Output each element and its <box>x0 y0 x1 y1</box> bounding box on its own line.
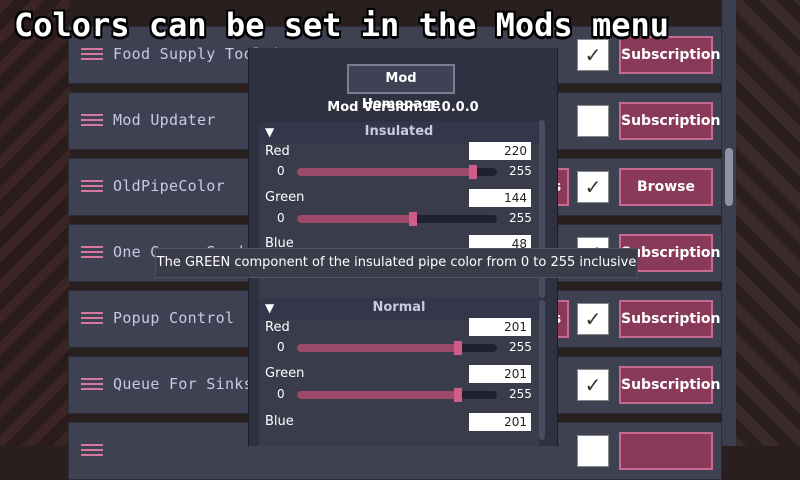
drag-handle-icon[interactable] <box>81 45 103 65</box>
normal-section-header[interactable]: ▼ Normal <box>259 298 539 320</box>
drag-handle-icon[interactable] <box>81 375 103 395</box>
drag-handle-icon[interactable] <box>81 441 103 461</box>
subscription-button[interactable]: Subscription <box>619 366 721 404</box>
browse-button[interactable]: Browse <box>619 168 713 206</box>
green-slider[interactable] <box>297 212 497 226</box>
section-title: Insulated <box>364 124 434 139</box>
mod-name: OldPipeColor <box>113 177 225 195</box>
normal-section: ▼ Normal Red 201 0 255 Green 201 0 255 B… <box>259 298 539 446</box>
mod-homepage-button[interactable]: Mod Homepage <box>347 64 455 112</box>
max-label: 255 <box>509 211 532 225</box>
subscription-button[interactable] <box>619 432 713 470</box>
drag-handle-icon[interactable] <box>81 111 103 131</box>
mod-name: Queue For Sinks <box>113 375 253 393</box>
slider-thumb[interactable] <box>454 388 462 402</box>
scrollbar-thumb[interactable] <box>725 148 733 206</box>
mod-name: Popup Control <box>113 309 235 327</box>
enable-checkbox[interactable]: ✓ <box>577 303 609 335</box>
enable-checkbox[interactable]: ✓ <box>577 171 609 203</box>
subscription-button[interactable]: Subscription <box>619 102 721 140</box>
min-label: 0 <box>277 211 285 225</box>
red-label: Red <box>265 144 290 159</box>
mod-name: Mod Updater <box>113 111 216 129</box>
slider-thumb[interactable] <box>469 165 477 179</box>
insulated-section-header[interactable]: ▼ Insulated <box>259 122 539 144</box>
enable-checkbox[interactable] <box>577 435 609 467</box>
green-input[interactable]: 144 <box>469 189 531 207</box>
max-label: 255 <box>509 164 532 178</box>
enable-checkbox[interactable]: ✓ <box>577 369 609 401</box>
max-label: 255 <box>509 387 532 401</box>
drag-handle-icon[interactable] <box>81 309 103 329</box>
red-slider[interactable] <box>297 341 497 355</box>
slider-thumb[interactable] <box>454 341 462 355</box>
red-label: Red <box>265 320 290 335</box>
min-label: 0 <box>277 340 285 354</box>
blue-input[interactable]: 201 <box>469 413 531 431</box>
drag-handle-icon[interactable] <box>81 243 103 263</box>
blue-label: Blue <box>265 414 294 429</box>
slider-thumb[interactable] <box>409 212 417 226</box>
mod-options-dialog: Mod Homepage Mod Version: 1.0.0.0 ▼ Insu… <box>248 48 558 446</box>
section-title: Normal <box>372 300 426 315</box>
green-slider[interactable] <box>297 388 497 402</box>
min-label: 0 <box>277 387 285 401</box>
max-label: 255 <box>509 340 532 354</box>
mod-list-scrollbar[interactable] <box>722 0 736 446</box>
enable-checkbox[interactable] <box>577 105 609 137</box>
tooltip: The GREEN component of the insulated pip… <box>155 248 638 278</box>
red-slider[interactable] <box>297 165 497 179</box>
green-label: Green <box>265 190 305 205</box>
green-label: Green <box>265 366 305 381</box>
green-input[interactable]: 201 <box>469 365 531 383</box>
red-input[interactable]: 201 <box>469 318 531 336</box>
background-right <box>730 0 800 446</box>
options-scrollbar[interactable] <box>539 300 545 440</box>
min-label: 0 <box>277 164 285 178</box>
drag-handle-icon[interactable] <box>81 177 103 197</box>
caption-banner: Colors can be set in the Mods menu <box>14 6 670 44</box>
subscription-button[interactable]: Subscription <box>619 300 721 338</box>
background-left <box>0 0 70 446</box>
mod-version-label: Mod Version: 1.0.0.0 <box>327 100 479 115</box>
red-input[interactable]: 220 <box>469 142 531 160</box>
